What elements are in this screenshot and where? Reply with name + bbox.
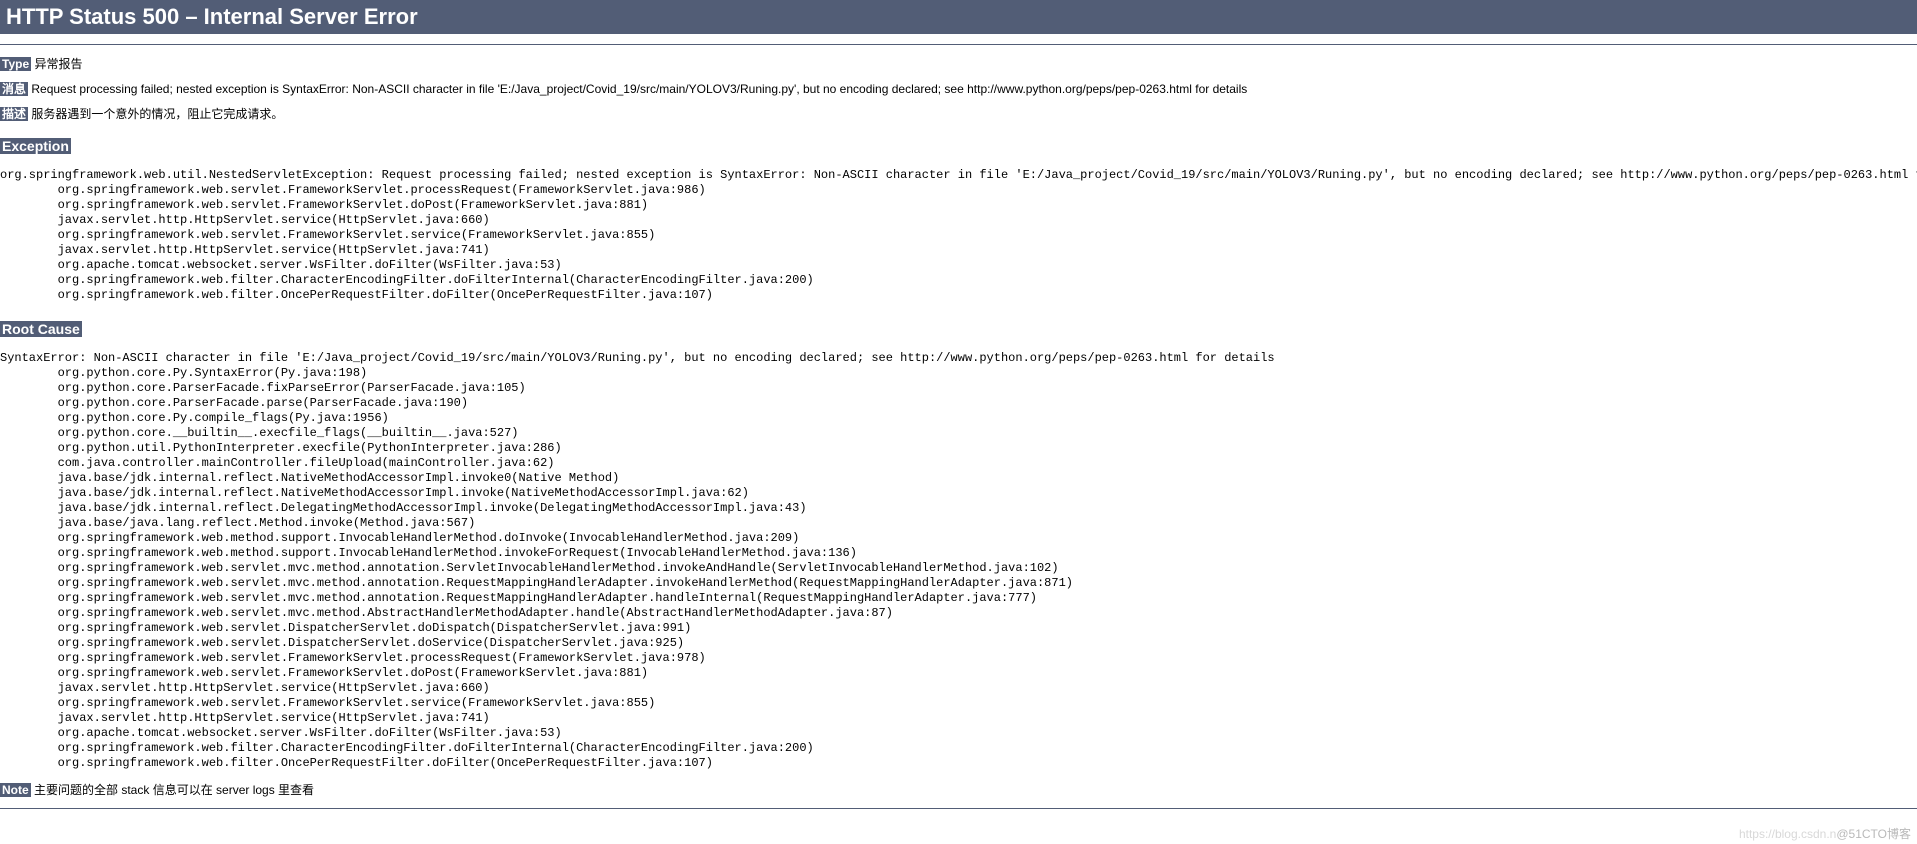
description-label: 描述 <box>0 107 28 121</box>
rootcause-heading: Root Cause <box>0 321 82 337</box>
exception-stack: org.springframework.web.util.NestedServl… <box>0 168 1917 303</box>
exception-heading: Exception <box>0 138 71 154</box>
message-value: Request processing failed; nested except… <box>31 82 1247 96</box>
note-label: Note <box>0 783 31 797</box>
divider-bottom <box>0 808 1917 809</box>
description-value: 服务器遇到一个意外的情况，阻止它完成请求。 <box>31 107 283 121</box>
watermark-right: @51CTO博客 <box>1836 827 1911 841</box>
description-line: 描述 服务器遇到一个意外的情况，阻止它完成请求。 <box>0 105 1917 122</box>
note-value: 主要问题的全部 stack 信息可以在 server logs 里查看 <box>34 783 314 797</box>
page-title: HTTP Status 500 – Internal Server Error <box>0 0 1917 34</box>
message-line: 消息 Request processing failed; nested exc… <box>0 80 1917 97</box>
watermark: https://blog.csdn.n@51CTO博客 <box>1739 825 1911 842</box>
note-line: Note 主要问题的全部 stack 信息可以在 server logs 里查看 <box>0 781 1917 798</box>
rootcause-stack: SyntaxError: Non-ASCII character in file… <box>0 351 1917 771</box>
message-label: 消息 <box>0 82 28 96</box>
type-line: Type 异常报告 <box>0 55 1917 72</box>
type-label: Type <box>0 57 31 71</box>
watermark-left: https://blog.csdn.n <box>1739 827 1836 841</box>
divider <box>0 44 1917 45</box>
type-value: 异常报告 <box>34 57 82 71</box>
